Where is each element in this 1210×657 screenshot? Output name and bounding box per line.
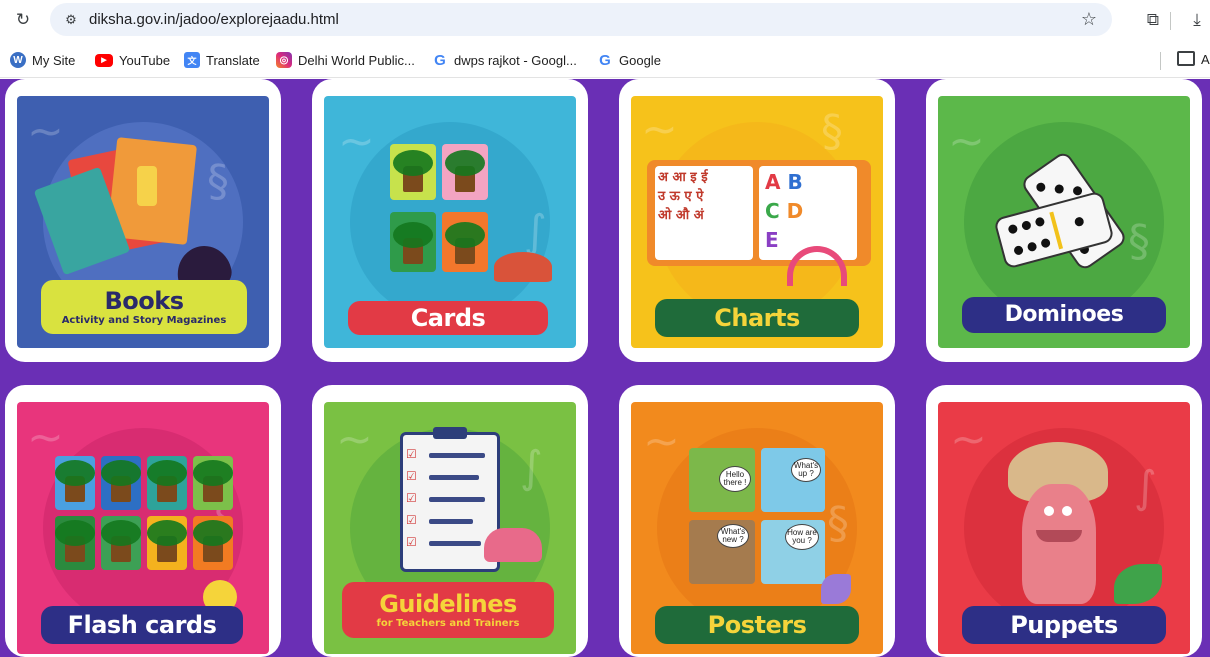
bookmark-delhi-world-public[interactable]: ◎ Delhi World Public... (276, 50, 415, 70)
card-books[interactable]: ~ § Books Activity and Story Magazines (5, 79, 281, 362)
reload-icon[interactable]: ↻ (12, 9, 34, 31)
url-text[interactable]: diksha.gov.in/jadoo/explorejaadu.html (89, 11, 339, 28)
english-alphabet-chart: A B C D E (759, 166, 857, 260)
jadoo-explore-page: ~ § Books Activity and Story Magazines ~… (0, 79, 1210, 657)
extensions-icon[interactable]: ⧉ (1142, 9, 1164, 31)
hindi-alphabet-chart: अ आ इ ई उ ऊ ए ऐ ओ औ अं (655, 166, 753, 260)
mushroom-icon (494, 252, 552, 282)
bookmark-youtube[interactable]: ▶ YouTube (95, 50, 170, 70)
cards-banner: Cards (348, 301, 548, 335)
browser-toolbar: ↻ ⚙ diksha.gov.in/jadoo/explorejaadu.htm… (0, 0, 1210, 42)
folder-icon[interactable] (1177, 51, 1195, 66)
charts-banner: Charts (655, 299, 859, 337)
flash-cards-banner: Flash cards (41, 606, 243, 644)
poster-koala: Hello there ! (689, 448, 755, 512)
bookmarks-bar: W My Site ▶ YouTube 文 Translate ◎ Delhi … (0, 42, 1210, 78)
dominoes-illustration: ~ § Dominoes (938, 96, 1190, 348)
bookmark-label: dwps rajkot - Googl... (454, 52, 577, 68)
bookmarks-divider (1160, 52, 1161, 70)
card-cards[interactable]: ~ ∫ Cards (312, 79, 588, 362)
translate-icon: 文 (184, 52, 200, 68)
poster-mole: What's new ? (689, 520, 755, 584)
sock-puppet (1022, 484, 1096, 604)
puppets-banner: Puppets (962, 606, 1166, 644)
bookmark-google[interactable]: G Google (597, 50, 661, 70)
poster-duck: How are you ? (761, 520, 825, 584)
card-subtitle: Activity and Story Magazines (61, 314, 227, 326)
bookmark-my-site[interactable]: W My Site (10, 50, 75, 70)
card-title: Flash cards (67, 611, 217, 639)
card-title: Books (104, 286, 184, 315)
flash-cards-illustration: ~ § Flash cards (17, 402, 269, 654)
card-posters[interactable]: ~ § Hello there ! What's up ? What's new… (619, 385, 895, 657)
youtube-icon: ▶ (95, 53, 113, 67)
bookmark-star-icon[interactable]: ☆ (1077, 7, 1101, 31)
bookmark-label: YouTube (119, 52, 171, 68)
overflow-folder-label[interactable]: A (1201, 52, 1210, 67)
guidelines-illustration: ~ ∫ ☑ ☑ ☑ ☑ ☑ Guidelines for Teachers an… (324, 402, 576, 654)
toolbar-divider (1170, 12, 1171, 30)
card-flash-cards[interactable]: ~ § Flash cards (5, 385, 281, 657)
bookmark-label: My Site (32, 52, 76, 68)
google-icon: G (599, 51, 611, 69)
card-title: Cards (410, 304, 486, 332)
card-dominoes[interactable]: ~ § Dominoes (926, 79, 1202, 362)
card-title: Guidelines (379, 589, 517, 618)
bookmark-dwps-rajkot[interactable]: G dwps rajkot - Googl... (432, 50, 577, 70)
instagram-icon: ◎ (276, 52, 292, 68)
download-icon[interactable]: ⤓ (1186, 9, 1208, 31)
guidelines-banner: Guidelines for Teachers and Trainers (342, 582, 554, 638)
bookmark-label: Translate (206, 52, 260, 68)
card-title: Posters (707, 611, 807, 639)
butterfly-icon (821, 574, 851, 604)
puppets-illustration: ~ ∫ Puppets (938, 402, 1190, 654)
bookmark-translate[interactable]: 文 Translate (184, 50, 260, 70)
bookmark-label: Google (619, 52, 661, 68)
dominoes-banner: Dominoes (962, 297, 1166, 333)
books-banner: Books Activity and Story Magazines (41, 280, 247, 334)
bookmark-label: Delhi World Public... (298, 52, 415, 68)
card-title: Puppets (1010, 611, 1118, 639)
card-charts[interactable]: ~ § अ आ इ ई उ ऊ ए ऐ ओ औ अं A B C D E Cha… (619, 79, 895, 362)
card-title: Charts (714, 304, 800, 332)
books-illustration: ~ § Books Activity and Story Magazines (17, 96, 269, 348)
site-info-icon[interactable]: ⚙ (59, 8, 83, 32)
posters-illustration: ~ § Hello there ! What's up ? What's new… (631, 402, 883, 654)
card-guidelines[interactable]: ~ ∫ ☑ ☑ ☑ ☑ ☑ Guidelines for Teachers an… (312, 385, 588, 657)
poster-giraffe: What's up ? (761, 448, 825, 512)
charts-illustration: ~ § अ आ इ ई उ ऊ ए ऐ ओ औ अं A B C D E Cha… (631, 96, 883, 348)
cards-illustration: ~ ∫ Cards (324, 96, 576, 348)
card-subtitle: for Teachers and Trainers (376, 617, 520, 629)
google-icon: G (434, 51, 446, 69)
wordpress-icon: W (10, 52, 26, 68)
posters-banner: Posters (655, 606, 859, 644)
car-icon (484, 528, 542, 562)
address-bar[interactable]: ⚙ diksha.gov.in/jadoo/explorejaadu.html … (50, 3, 1112, 36)
card-title: Dominoes (1004, 302, 1124, 327)
card-puppets[interactable]: ~ ∫ Puppets (926, 385, 1202, 657)
